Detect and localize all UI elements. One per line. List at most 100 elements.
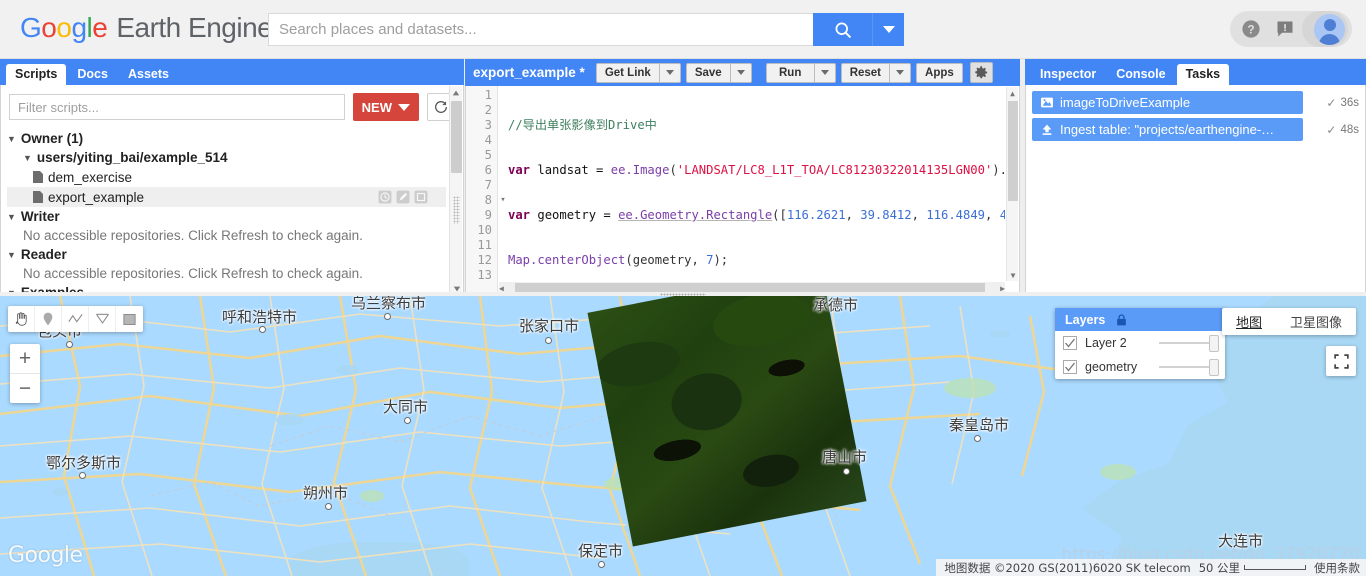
run-dropdown[interactable] (813, 62, 836, 83)
code-punct: ). (992, 163, 1005, 177)
reset-button[interactable]: Reset (840, 62, 890, 83)
line-icon (67, 314, 83, 323)
search-dropdown-button[interactable] (872, 13, 904, 46)
basemap-satellite-button[interactable]: 卫星图像 (1276, 308, 1356, 335)
task-item-image-to-drive[interactable]: imageToDriveExample (1032, 91, 1303, 114)
apps-button[interactable]: Apps (916, 62, 963, 83)
filter-scripts-input[interactable] (9, 94, 345, 120)
slider-knob[interactable] (1209, 359, 1219, 376)
reset-dropdown[interactable] (889, 62, 912, 83)
tree-repo[interactable]: ▼ users/yiting_bai/example_514 (7, 148, 463, 167)
hand-tool-button[interactable] (8, 306, 35, 332)
save-button[interactable]: Save (685, 62, 730, 83)
search-button[interactable] (813, 13, 872, 46)
account-button[interactable] (1302, 11, 1348, 47)
editor-vertical-scrollbar[interactable]: ▲ ▼ (1006, 87, 1018, 281)
city-dot (79, 472, 86, 479)
code-area[interactable]: 1 2 3 4 5 6 7 8 9 10 11 12 13 ▾ //导出单张影像… (465, 86, 1020, 296)
scrollbar-thumb[interactable] (451, 101, 462, 173)
lock-icon[interactable] (1115, 313, 1128, 327)
scripts-panel-body: NEW ▼ Owner (1) ▼ users/yiting_ (0, 85, 464, 296)
task-duration: 36s (1340, 96, 1359, 109)
tab-tasks[interactable]: Tasks (1176, 64, 1230, 85)
scripts-scrollbar[interactable] (449, 86, 462, 295)
task-status: ✓ 36s (1303, 96, 1359, 110)
polygon-tool-button[interactable] (89, 306, 116, 332)
tab-assets[interactable]: Assets (118, 64, 178, 85)
tab-inspector[interactable]: Inspector (1031, 64, 1106, 85)
logo-suffix: Earth Engine (116, 12, 273, 43)
help-button[interactable]: ? (1234, 11, 1268, 47)
basemap-map-button[interactable]: 地图 (1222, 308, 1276, 335)
city-label: 秦皇岛市 (949, 416, 1010, 434)
fullscreen-button[interactable] (1326, 346, 1356, 376)
layer-opacity-slider[interactable] (1159, 335, 1219, 352)
run-button[interactable]: Run (765, 62, 814, 83)
file-icon (33, 171, 43, 183)
tab-docs[interactable]: Docs (68, 64, 117, 85)
zoom-out-button[interactable]: − (10, 374, 40, 403)
code-function: ee.Geometry.Rectangle (618, 208, 773, 222)
code-number: 39.8412 (860, 208, 912, 222)
script-item-export-example[interactable]: export_example (7, 187, 446, 207)
tree-group-writer[interactable]: ▼ Writer (7, 207, 463, 226)
save-dropdown[interactable] (729, 62, 752, 83)
tree-group-reader[interactable]: ▼ Reader (7, 245, 463, 264)
marker-tool-button[interactable] (35, 306, 62, 332)
basemap-switcher: 地图 卫星图像 (1221, 308, 1356, 335)
script-item-dem-exercise[interactable]: dem_exercise (7, 167, 446, 187)
search-input[interactable] (268, 13, 813, 46)
map-viewport[interactable]: 包头市 呼和浩特市 乌兰察布市 张家口市 承德市 大同市 朔州市 鄂尔多斯市 唐… (0, 296, 1366, 576)
line-tool-button[interactable] (62, 306, 89, 332)
layer-name: geometry (1085, 360, 1138, 374)
image-icon (1039, 96, 1054, 110)
line-number: 5 (484, 148, 492, 162)
code-number: 116.4849 (926, 208, 986, 222)
city-label: 保定市 (578, 542, 624, 560)
line-number-gutter: 1 2 3 4 5 6 7 8 9 10 11 12 13 (466, 86, 498, 295)
edit-icon[interactable] (395, 189, 410, 204)
chevron-down-icon (820, 70, 829, 75)
get-link-button[interactable]: Get Link (595, 62, 659, 83)
slider-knob[interactable] (1209, 335, 1219, 352)
check-icon: ✓ (1326, 95, 1337, 110)
header-actions: ? (1230, 11, 1352, 47)
code-lines[interactable]: //导出单张影像到Drive中 var landsat = ee.Image('… (508, 86, 1005, 295)
code-punct: ( (669, 163, 677, 177)
get-link-dropdown[interactable] (658, 62, 681, 83)
new-script-button[interactable]: NEW (352, 93, 419, 121)
scroll-up-arrow[interactable] (450, 86, 462, 99)
rectangle-tool-button[interactable] (116, 306, 143, 332)
terms-of-use-link[interactable]: 使用条款 (1314, 560, 1360, 576)
fullscreen-icon (1333, 353, 1349, 369)
zoom-in-button[interactable]: + (10, 344, 40, 373)
tab-scripts[interactable]: Scripts (6, 64, 67, 85)
scroll-down-arrow[interactable]: ▼ (1007, 269, 1019, 281)
earth-engine-app: Google Earth Engine ? (0, 0, 1366, 576)
layer-opacity-slider[interactable] (1159, 359, 1219, 376)
scrollbar-thumb[interactable] (1008, 101, 1018, 201)
google-map-watermark: Google (8, 543, 83, 568)
tree-group-owner[interactable]: ▼ Owner (1) (7, 129, 463, 148)
layer-checkbox[interactable] (1063, 360, 1077, 374)
task-item-ingest-table[interactable]: Ingest table: "projects/earthengine-… (1032, 118, 1303, 141)
task-row: imageToDriveExample ✓ 36s (1032, 91, 1359, 114)
layer-checkbox[interactable] (1063, 336, 1077, 350)
delete-icon[interactable] (413, 189, 428, 204)
editor-script-title: export_example * (473, 65, 585, 80)
editor-settings-button[interactable] (969, 62, 993, 83)
scrollbar-grip[interactable] (453, 196, 460, 224)
scroll-up-arrow[interactable]: ▲ (1007, 87, 1018, 99)
city-label: 张家口市 (519, 317, 580, 335)
logo-letter-e: e (92, 12, 108, 43)
line-number: 2 (484, 103, 492, 117)
city-dot (384, 313, 391, 320)
fold-toggle-line-8[interactable]: ▾ (498, 193, 508, 208)
history-icon[interactable] (377, 189, 392, 204)
layer-name: Layer 2 (1085, 336, 1127, 350)
line-number: 13 (477, 268, 492, 282)
city-dot (545, 337, 552, 344)
tab-console[interactable]: Console (1107, 64, 1175, 85)
feedback-button[interactable] (1268, 11, 1302, 47)
new-button-label: NEW (361, 99, 392, 115)
